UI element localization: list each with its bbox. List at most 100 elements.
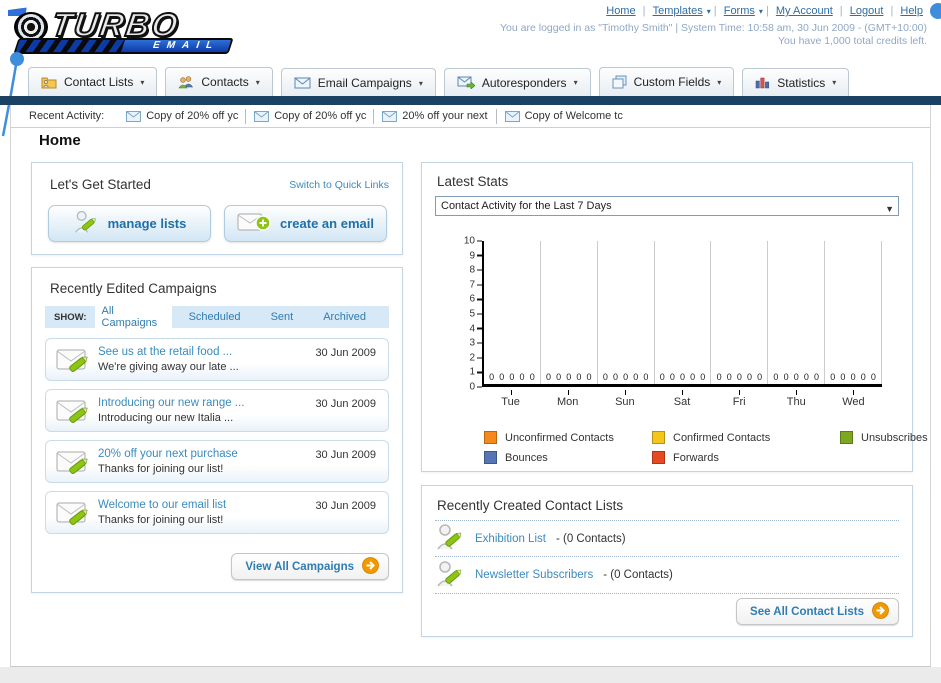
- legend-swatch: [840, 431, 853, 444]
- campaign-date: 30 Jun 2009: [315, 500, 376, 512]
- campaign-row[interactable]: Welcome to our email list Thanks for join…: [45, 491, 389, 534]
- autoresponders-icon: [457, 76, 475, 89]
- tab-custom-fields[interactable]: Custom Fields ▾: [598, 67, 735, 96]
- campaign-edit-icon: [55, 345, 92, 380]
- chart-x-label: Thu: [786, 396, 806, 408]
- show-label: SHOW:: [54, 311, 87, 323]
- campaign-row[interactable]: 20% off your next purchase Thanks for joi…: [45, 440, 389, 483]
- tab-label: Email Campaigns: [317, 76, 412, 90]
- legend-swatch: [484, 431, 497, 444]
- tab-contacts[interactable]: Contacts ▾: [165, 67, 273, 96]
- top-nav: Home | Templates ▾ | Forms ▾ | My Account …: [606, 5, 923, 17]
- contact-list-count: - (0 Contacts): [603, 569, 673, 581]
- create-email-icon: [237, 210, 271, 237]
- campaign-edit-icon: [55, 396, 92, 431]
- arrow-circle-icon: [872, 601, 889, 622]
- chart-x-label: Fri: [732, 396, 746, 408]
- top-link-help[interactable]: Help: [900, 5, 923, 17]
- manage-lists-label: manage lists: [107, 216, 187, 231]
- tab-autoresponders[interactable]: Autoresponders ▾: [443, 67, 591, 97]
- create-email-button[interactable]: create an email: [224, 205, 387, 242]
- envelope-icon: [504, 110, 520, 122]
- view-all-campaigns-button[interactable]: View All Campaigns: [231, 553, 389, 580]
- top-link-my-account[interactable]: My Account: [776, 5, 833, 17]
- top-link-templates[interactable]: Templates: [653, 5, 703, 17]
- login-info-line2: You have 1,000 total credits left.: [777, 35, 927, 47]
- tab-label: Statistics: [777, 75, 826, 90]
- top-link-forms[interactable]: Forms: [724, 5, 755, 17]
- chart-x-labels: Tue Mon Sun Sat Fri Thu Wed: [482, 396, 882, 408]
- top-link-logout[interactable]: Logout: [850, 5, 884, 17]
- chart-y-tick-label: 6: [438, 294, 482, 305]
- custom-fields-icon: [612, 75, 627, 89]
- chart-value-labels: 00000: [545, 372, 592, 382]
- tab-email-campaigns[interactable]: Email Campaigns ▾: [280, 68, 436, 97]
- recent-activity-item[interactable]: 20% off your next: [374, 108, 497, 124]
- campaign-subtitle: Thanks for joining our list!: [98, 514, 224, 526]
- campaign-subtitle: Introducing our new Italia ...: [98, 412, 234, 424]
- recent-campaigns-title: Recently Edited Campaigns: [50, 281, 217, 296]
- contact-list-count: - (0 Contacts): [555, 532, 626, 545]
- contact-list-link[interactable]: Exhibition List: [475, 533, 546, 545]
- campaign-title-link[interactable]: Introducing our new range ...: [98, 397, 244, 409]
- legend-item: Forwards: [652, 451, 840, 464]
- tab-contact-lists[interactable]: Contact Lists ▾: [28, 67, 158, 96]
- envelope-icon: [382, 110, 398, 122]
- chart-y-axis: 0 1 2 3 4 5 6 7 8 9 10: [438, 236, 482, 393]
- contact-list-link[interactable]: Newsletter Subscribers: [475, 569, 593, 581]
- chart-y-tick-label: 0: [438, 382, 482, 393]
- switch-to-quick-links-link[interactable]: Switch to Quick Links: [289, 179, 389, 191]
- tab-statistics[interactable]: Statistics ▾: [742, 67, 850, 97]
- chart-x-label: Sun: [615, 396, 635, 408]
- get-started-title: Let's Get Started: [50, 177, 151, 192]
- chart-y-tick-label: 4: [438, 323, 482, 334]
- legend-label: Forwards: [673, 451, 719, 464]
- top-link-home[interactable]: Home: [606, 5, 635, 17]
- chart-x-tick: [653, 390, 710, 395]
- chevron-down-icon: ▾: [418, 78, 423, 88]
- chart-day-group: 00000: [768, 241, 826, 384]
- chart-x-tick: [711, 390, 768, 395]
- main-nav: Contact Lists ▾ Contacts ▾ Email Campaigns ▾ A…: [0, 67, 941, 97]
- latest-stats-panel: Latest Stats Contact Activity for the La…: [421, 162, 928, 472]
- chart-x-tick: [482, 390, 539, 395]
- legend-item: Bounces: [484, 451, 652, 464]
- chart-y-tick-label: 7: [438, 279, 482, 290]
- stats-range-value: Contact Activity for the Last 7 Days: [441, 200, 612, 212]
- recent-activity-item[interactable]: Copy of 20% off yc: [118, 108, 247, 124]
- contact-list-row[interactable]: Newsletter Subscribers - (0 Contacts): [435, 557, 899, 594]
- chart-x-tick: [539, 390, 596, 395]
- recent-activity-item[interactable]: Copy of 20% off yc: [246, 108, 375, 124]
- campaign-row[interactable]: Introducing our new range ... Introducing…: [45, 389, 389, 432]
- chart-value-labels: 00000: [489, 372, 535, 382]
- view-all-campaigns-label: View All Campaigns: [245, 560, 354, 573]
- campaign-date: 30 Jun 2009: [315, 398, 376, 410]
- contact-activity-chart: 0 1 2 3 4 5 6 7 8 9 10 000000000000000000000000000…: [438, 236, 898, 411]
- see-all-contact-lists-button[interactable]: See All Contact Lists: [736, 598, 899, 625]
- legend-item: Unconfirmed Contacts: [484, 431, 652, 444]
- legend-label: Unsubscribes: [861, 431, 928, 444]
- campaign-title-link[interactable]: Welcome to our email list: [98, 499, 226, 511]
- chevron-down-icon: ▾: [573, 78, 578, 87]
- chart-x-tick: [825, 390, 882, 395]
- campaign-filter-scheduled[interactable]: Scheduled: [182, 309, 248, 325]
- campaign-filter-sent[interactable]: Sent: [264, 309, 301, 325]
- campaign-row[interactable]: See us at the retail food ... We're givin…: [45, 338, 389, 381]
- campaign-title-link[interactable]: See us at the retail food ...: [98, 346, 232, 358]
- campaign-filter-archived[interactable]: Archived: [316, 309, 373, 325]
- legend-label: Confirmed Contacts: [673, 431, 771, 444]
- manage-lists-icon: [73, 209, 99, 238]
- stats-range-select[interactable]: Contact Activity for the Last 7 Days ▼: [435, 196, 899, 216]
- recent-activity-item-label: Copy of 20% off yc: [146, 110, 239, 122]
- contact-list-row[interactable]: Exhibition List - (0 Contacts): [435, 520, 899, 557]
- chart-y-tick-label: 9: [438, 250, 482, 261]
- campaign-title-link[interactable]: 20% off your next purchase: [98, 448, 238, 460]
- campaign-filter-all-campaigns[interactable]: All Campaigns: [94, 303, 172, 331]
- manage-lists-button[interactable]: manage lists: [48, 205, 211, 242]
- recent-activity-bar: Recent Activity: Copy of 20% off yc Copy …: [11, 105, 930, 128]
- recent-activity-item[interactable]: Copy of Welcome tc: [497, 109, 625, 124]
- chart-x-ticks: [482, 390, 882, 395]
- page-title: Home: [39, 132, 81, 149]
- chart-value-labels: 00000: [716, 372, 763, 382]
- create-email-label: create an email: [280, 216, 374, 231]
